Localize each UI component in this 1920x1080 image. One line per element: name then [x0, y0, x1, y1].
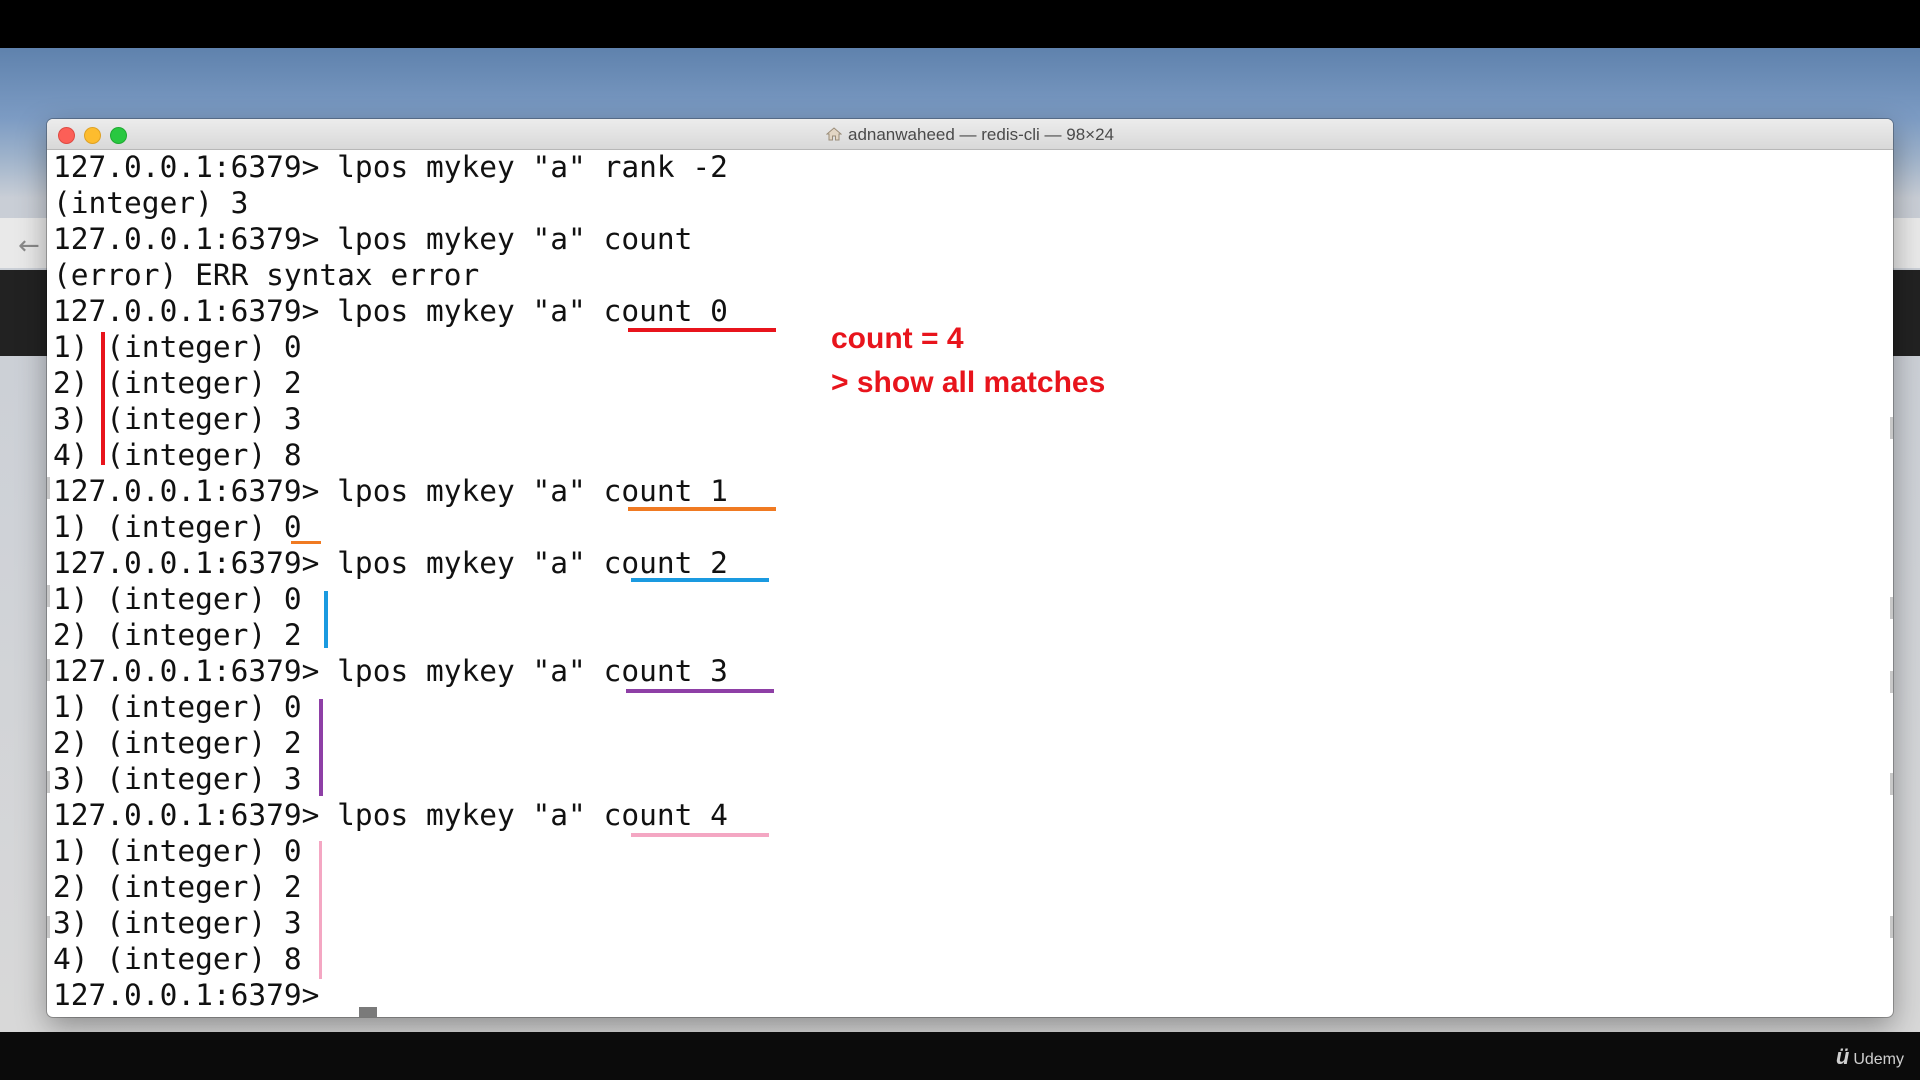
letterbox-top: [0, 0, 1920, 48]
background-dark-strip: [1890, 270, 1920, 356]
terminal-line-output: 4) (integer) 8: [53, 942, 302, 976]
terminal-line-output: 2) (integer) 2: [53, 870, 302, 904]
terminal-line-output: 3) (integer) 3: [53, 762, 302, 796]
terminal-output[interactable]: 127.0.0.1:6379> lpos mykey "a" rank -2 (…: [53, 149, 1893, 1017]
count-4-underline: [631, 833, 769, 837]
terminal-line-output: 3) (integer) 3: [53, 906, 302, 940]
terminal-line-output: 2) (integer) 2: [53, 366, 302, 400]
window-edge-tick: [47, 585, 50, 607]
terminal-line-command: 127.0.0.1:6379> lpos mykey "a" count 2: [53, 546, 728, 580]
window-edge-tick: [1890, 597, 1893, 619]
terminal-line-output: 3) (integer) 3: [53, 402, 302, 436]
count-2-underline: [631, 578, 769, 582]
terminal-line-output: 2) (integer) 2: [53, 618, 302, 652]
terminal-line-output: (integer) 3: [53, 186, 249, 220]
window-edge-tick: [47, 771, 50, 793]
count-0-results-bracket: [101, 332, 105, 465]
window-edge-tick: [1890, 916, 1893, 938]
terminal-line-output: 1) (integer) 0: [53, 330, 302, 364]
window-title-group: adnanwaheed — redis-cli — 98×24: [47, 125, 1893, 145]
window-edge-tick: [47, 477, 50, 499]
window-title: adnanwaheed — redis-cli — 98×24: [847, 125, 1115, 144]
count-3-results-bracket: [319, 699, 323, 796]
window-edge-tick: [1890, 417, 1893, 439]
terminal-line-output: 1) (integer) 0: [53, 834, 302, 868]
letterbox-bottom: [0, 1032, 1920, 1080]
annotation-line-2: > show all matches: [831, 366, 1106, 399]
terminal-line-command: 127.0.0.1:6379> lpos mykey "a" count 3: [53, 654, 728, 688]
count-1-result-underline: [291, 541, 321, 544]
window-edge-tick: [47, 916, 50, 938]
count-1-underline: [628, 507, 776, 511]
terminal-line-command: 127.0.0.1:6379> lpos mykey "a" rank -2: [53, 150, 728, 184]
count-4-results-bracket: [319, 841, 322, 979]
home-folder-icon: [825, 127, 842, 141]
terminal-line-output: 2) (integer) 2: [53, 726, 302, 760]
terminal-line-output: 4) (integer) 8: [53, 438, 302, 472]
terminal-line-output: 1) (integer) 0: [53, 582, 302, 616]
annotation-line-1: count = 4: [831, 322, 964, 355]
window-edge-tick: [1890, 773, 1893, 795]
terminal-line-command: 127.0.0.1:6379> lpos mykey "a" count 0: [53, 294, 728, 328]
text-cursor: [359, 1007, 377, 1017]
terminal-line-command: 127.0.0.1:6379> lpos mykey "a" count: [53, 222, 693, 256]
count-0-underline: [628, 328, 776, 332]
count-3-underline: [626, 689, 774, 693]
terminal-line-output: 1) (integer) 0: [53, 510, 302, 544]
terminal-prompt-line: 127.0.0.1:6379>: [53, 978, 338, 1012]
window-edge-tick: [1890, 671, 1893, 693]
back-arrow-icon: ←: [18, 231, 40, 261]
udemy-brand: Udemy: [1853, 1051, 1904, 1068]
udemy-watermark: ü Udemy: [1836, 1044, 1904, 1070]
window-edge-tick: [47, 659, 50, 681]
terminal-line-command: 127.0.0.1:6379> lpos mykey "a" count 1: [53, 474, 728, 508]
terminal-line-command: 127.0.0.1:6379> lpos mykey "a" count 4: [53, 798, 728, 832]
title-bar[interactable]: adnanwaheed — redis-cli — 98×24: [47, 119, 1893, 150]
terminal-line-output: 1) (integer) 0: [53, 690, 302, 724]
background-dark-strip: [0, 270, 48, 356]
count-2-results-bracket: [324, 591, 328, 648]
udemy-logo-icon: ü: [1835, 1044, 1850, 1069]
terminal-line-error: (error) ERR syntax error: [53, 258, 480, 292]
terminal-window: adnanwaheed — redis-cli — 98×24 127.0.0.…: [47, 119, 1893, 1017]
